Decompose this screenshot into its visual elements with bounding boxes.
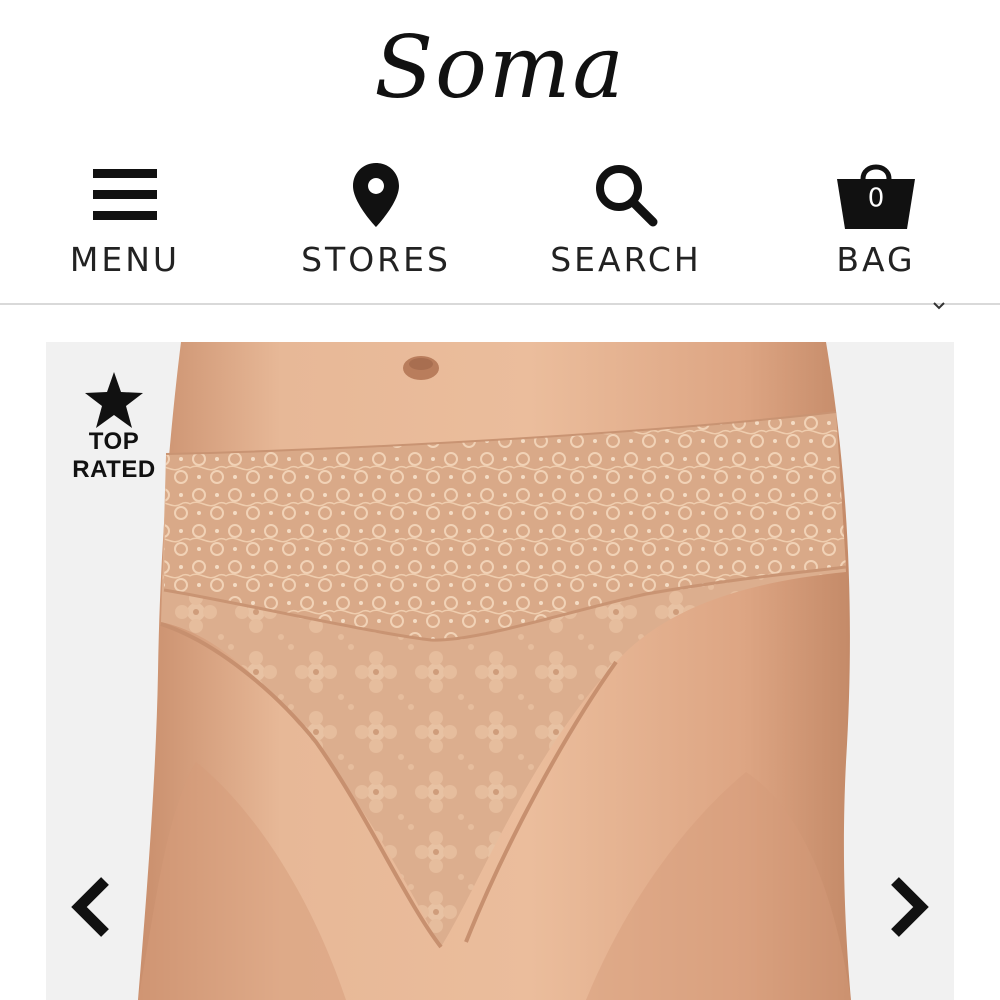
- caret-down-icon: [933, 302, 945, 310]
- stores-label: STORES: [301, 240, 451, 279]
- chevron-right-icon: [891, 877, 929, 937]
- menu-label: MENU: [69, 240, 181, 279]
- bag-label: BAG: [836, 240, 916, 279]
- previous-image-button[interactable]: [56, 862, 126, 952]
- menu-button[interactable]: MENU: [25, 150, 225, 290]
- search-label: SEARCH: [550, 240, 702, 279]
- top-rated-badge: TOP RATED: [68, 372, 160, 484]
- shopping-bag-icon: 0: [776, 150, 976, 240]
- hamburger-icon: [25, 150, 225, 240]
- next-image-button[interactable]: [874, 862, 944, 952]
- header-divider: [0, 303, 1000, 305]
- badge-line-1: TOP: [88, 428, 140, 455]
- search-icon: [526, 150, 726, 240]
- search-button[interactable]: SEARCH: [526, 150, 726, 290]
- badge-line-2: RATED: [72, 456, 156, 483]
- stores-button[interactable]: STORES: [276, 150, 476, 290]
- bag-count: 0: [867, 183, 885, 214]
- top-nav: MENU STORES SEARCH 0 BAG: [0, 150, 1000, 300]
- bag-button[interactable]: 0 BAG: [776, 150, 976, 290]
- brand-logo[interactable]: Soma: [0, 8, 1000, 128]
- chevron-left-icon: [71, 877, 109, 937]
- star-icon: [85, 372, 143, 428]
- product-image-carousel[interactable]: TOP RATED: [46, 342, 954, 1000]
- lace-panty-photo: [46, 342, 954, 1000]
- location-pin-icon: [276, 150, 476, 240]
